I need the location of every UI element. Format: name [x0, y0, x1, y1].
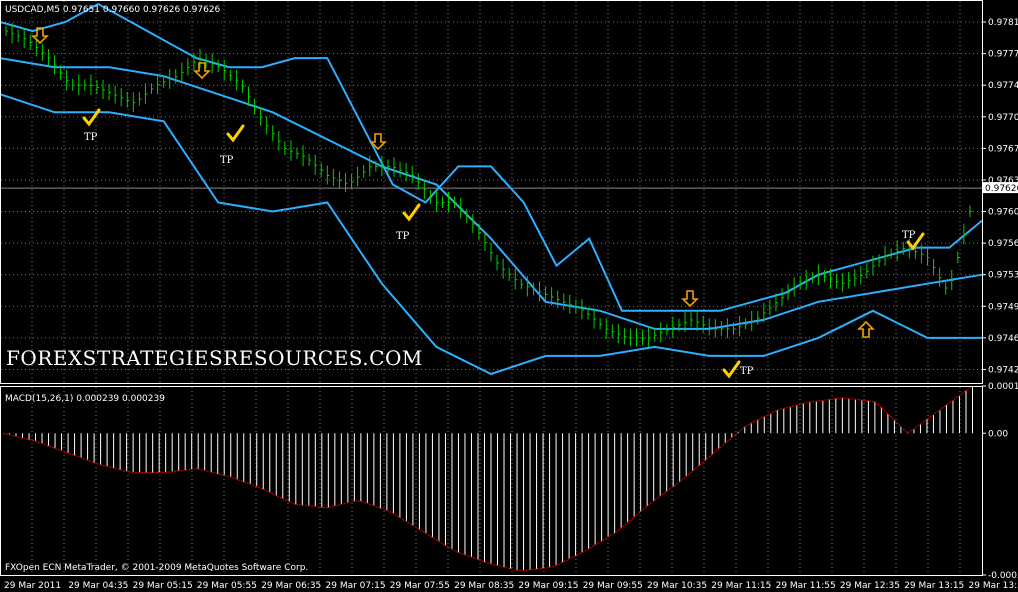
- footer-text: FXOpen ECN MetaTrader, © 2001-2009 MetaQ…: [5, 563, 308, 573]
- x-tick-label: 29 Mar 07:15: [326, 581, 386, 591]
- y-tick-label: 0.97565: [988, 239, 1018, 249]
- x-tick-label: 29 Mar 11:55: [776, 581, 836, 591]
- macd-title: MACD(15,26,1) 0.000239 0.000239: [5, 394, 165, 404]
- y-tick-label: 0.97600: [988, 208, 1018, 218]
- chart-canvas: TP TP TP TP TP 0.97810 0.97775 0.97740 0.97705 0…: [0, 0, 1018, 592]
- macd-y-tick-label: 0.00012: [988, 382, 1018, 392]
- y-tick-label: 0.97670: [988, 144, 1018, 154]
- y-tick-label: 0.97530: [988, 271, 1018, 281]
- y-tick-label: 0.97460: [988, 334, 1018, 344]
- y-tick-label: 0.97495: [988, 302, 1018, 312]
- x-tick-label: 29 Mar 08:35: [454, 581, 514, 591]
- x-tick-label: 29 Mar 10:35: [647, 581, 707, 591]
- current-price-label: 0.97626: [985, 184, 1018, 194]
- x-tick-label: 29 Mar 05:15: [133, 581, 193, 591]
- x-tick-label: 29 Mar 13:15: [904, 581, 964, 591]
- macd-y-tick-label: -0.00036: [988, 571, 1018, 581]
- tp-label: TP: [740, 366, 754, 377]
- x-tick-label: 29 Mar 05:55: [197, 581, 257, 591]
- tp-label: TP: [84, 132, 98, 143]
- y-tick-label: 0.97775: [988, 50, 1018, 60]
- y-tick-label: 0.97810: [988, 18, 1018, 28]
- x-tick-label: 29 Mar 06:35: [261, 581, 321, 591]
- y-tick-label: 0.97705: [988, 113, 1018, 123]
- tp-label: TP: [220, 155, 234, 166]
- x-tick-label: 29 Mar 11:15: [711, 581, 771, 591]
- tp-label: TP: [396, 231, 410, 242]
- x-tick-label: 29 Mar 12:35: [840, 581, 900, 591]
- x-tick-label: 29 Mar 09:55: [583, 581, 643, 591]
- x-tick-label: 29 Mar 04:35: [68, 581, 128, 591]
- main-title: USDCAD,M5 0.97651 0.97660 0.97626 0.9762…: [5, 5, 221, 15]
- x-tick-label: 29 Mar 2011: [4, 581, 61, 591]
- x-tick-label: 29 Mar 13:55: [969, 581, 1018, 591]
- watermark: FOREXSTRATEGIESRESOURCES.COM: [6, 346, 423, 370]
- y-tick-label: 0.97425: [988, 365, 1018, 375]
- x-tick-label: 29 Mar 07:55: [390, 581, 450, 591]
- y-tick-label: 0.97740: [988, 81, 1018, 91]
- tp-label: TP: [902, 230, 916, 241]
- x-tick-label: 29 Mar 09:15: [518, 581, 578, 591]
- macd-y-tick-label: 0.00: [988, 429, 1008, 439]
